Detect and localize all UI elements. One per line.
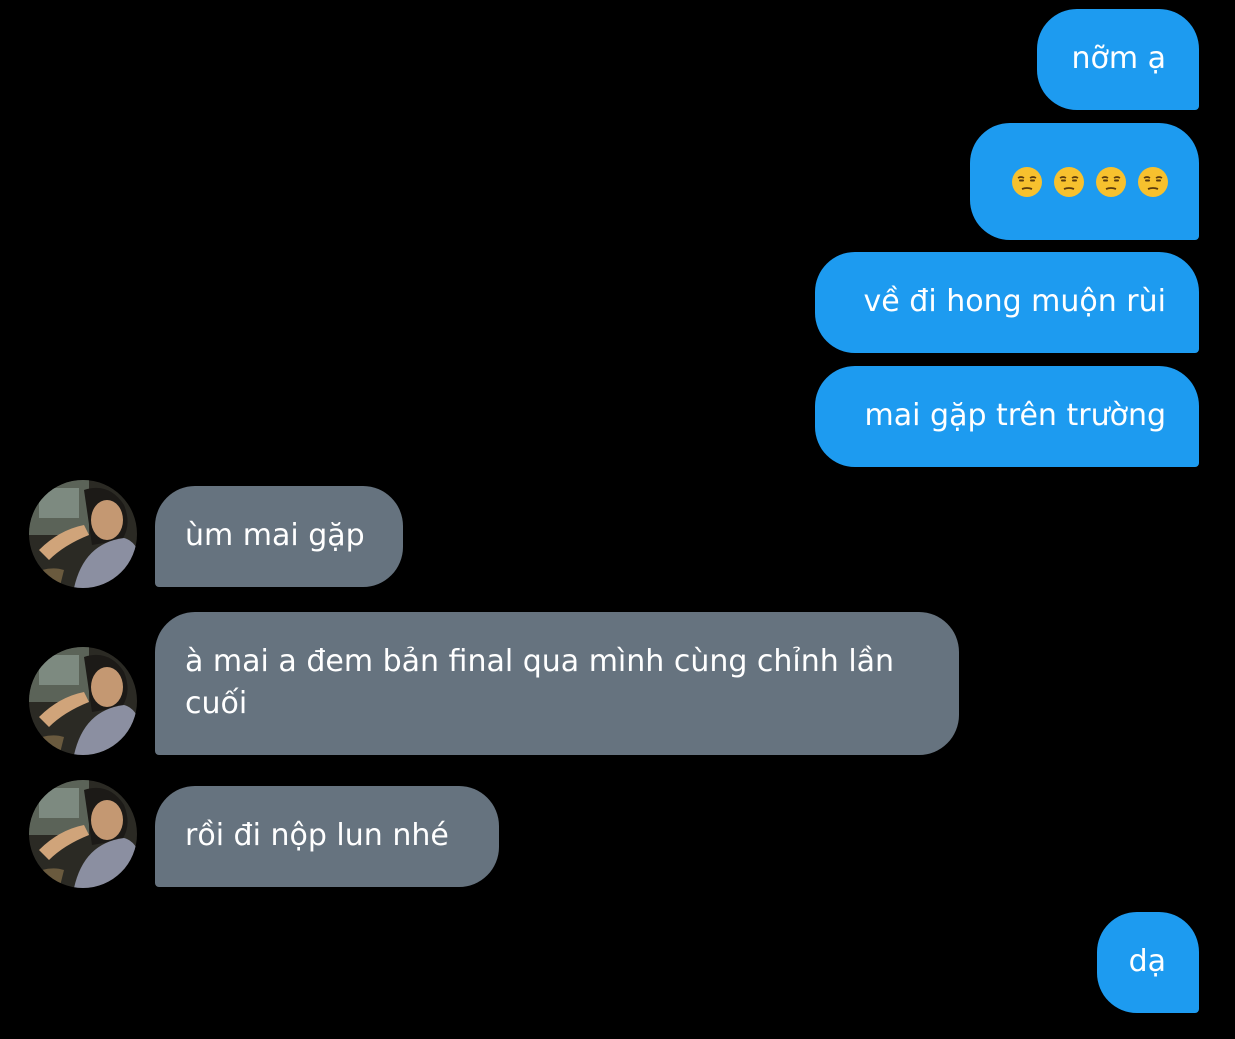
outgoing-message[interactable]: nỡm ạ — [1037, 9, 1199, 110]
outgoing-message[interactable]: về đi hong muộn rùi — [815, 252, 1199, 353]
incoming-message[interactable]: ùm mai gặp — [155, 486, 403, 587]
outgoing-message[interactable]: mai gặp trên trường — [815, 366, 1199, 467]
outgoing-message-emoji[interactable] — [970, 123, 1199, 240]
avatar-photo-icon — [29, 647, 137, 755]
incoming-message[interactable]: rồi đi nộp lun nhé — [155, 786, 499, 887]
message-text: à mai a đem bản final qua mình cùng chỉn… — [185, 644, 895, 721]
avatar-photo-icon — [29, 780, 137, 888]
outgoing-message[interactable]: dạ — [1097, 912, 1199, 1013]
emoji-row — [1000, 123, 1169, 240]
incoming-message[interactable]: à mai a đem bản final qua mình cùng chỉn… — [155, 612, 959, 755]
message-text: dạ — [1128, 944, 1166, 979]
message-text: về đi hong muộn rùi — [863, 284, 1166, 319]
avatar-photo-icon — [29, 480, 137, 588]
unamused-face-emoji — [1138, 166, 1168, 197]
message-text: ùm mai gặp — [185, 518, 365, 553]
unamused-face-emoji — [1012, 166, 1042, 197]
unamused-face-emoji — [1054, 166, 1084, 197]
message-text: rồi đi nộp lun nhé — [185, 818, 449, 853]
unamused-face-emoji — [1096, 166, 1126, 197]
message-text: mai gặp trên trường — [864, 398, 1166, 433]
message-text: nỡm ạ — [1071, 41, 1166, 76]
contact-avatar[interactable] — [29, 780, 137, 888]
chat-thread: nỡm ạ về đi hong muộn rùi mai gặp trên t… — [0, 0, 1235, 1039]
contact-avatar[interactable] — [29, 480, 137, 588]
contact-avatar[interactable] — [29, 647, 137, 755]
